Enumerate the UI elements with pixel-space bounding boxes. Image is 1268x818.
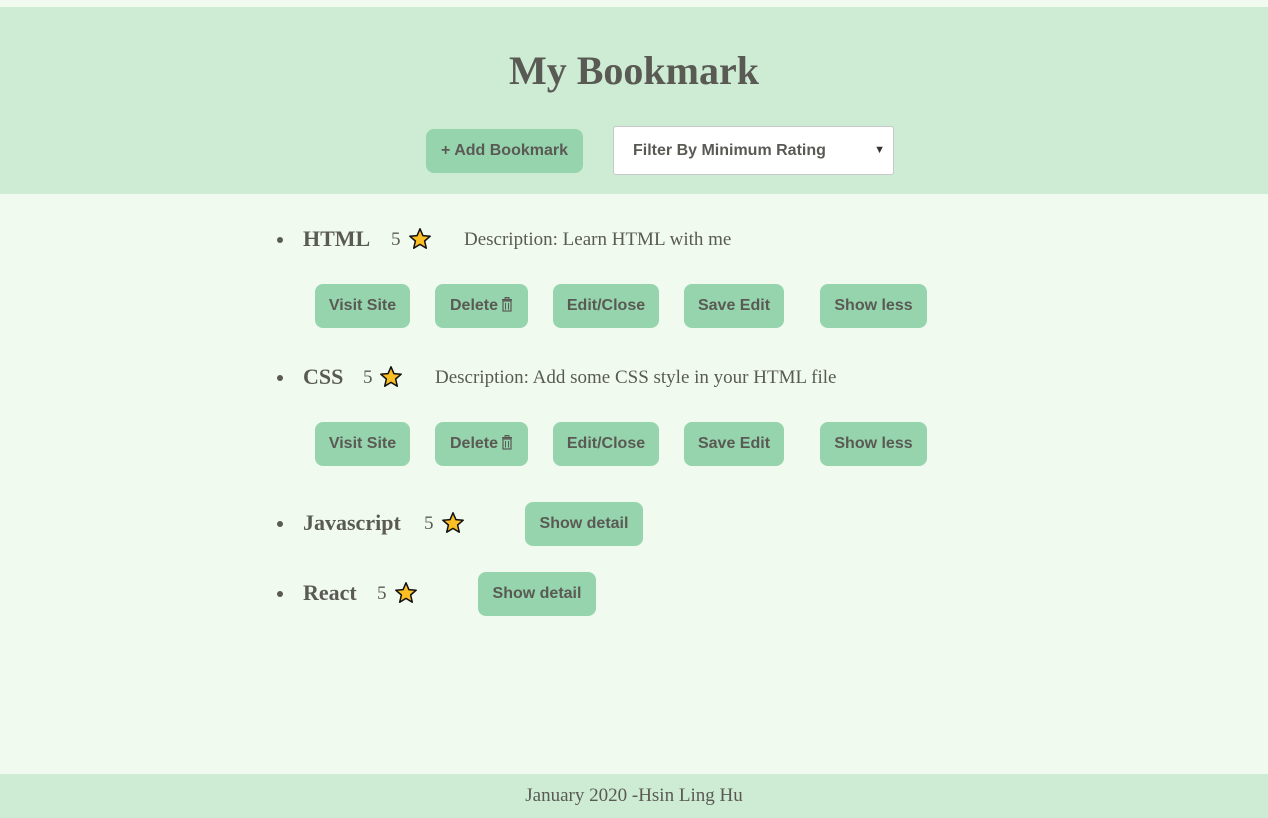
star-icon: [380, 366, 402, 387]
page-footer: January 2020 -Hsin Ling Hu: [0, 774, 1268, 818]
bookmark-title: React: [303, 580, 357, 605]
list-bullet: [277, 375, 283, 381]
bookmark-rating: 5: [424, 513, 434, 534]
delete-button-label: Delete: [449, 297, 499, 314]
footer-text: January 2020 -Hsin Ling Hu: [525, 785, 743, 806]
page-title: My Bookmark: [509, 48, 759, 93]
show-detail-button[interactable]: Show detail: [525, 502, 643, 546]
delete-button[interactable]: Delete: [435, 284, 528, 328]
list-bullet: [277, 237, 283, 243]
bookmark-title: CSS: [303, 364, 344, 389]
list-bullet: [277, 591, 283, 597]
filter-rating-select[interactable]: Filter By Minimum Rating ▼: [613, 126, 894, 175]
delete-button-label: Delete: [449, 435, 499, 452]
add-bookmark-button[interactable]: + Add Bookmark: [426, 129, 583, 173]
bookmark-title: Javascript: [303, 510, 401, 535]
visit-site-button[interactable]: Visit Site: [315, 422, 410, 466]
edit-close-button[interactable]: Edit/Close: [553, 284, 659, 328]
bookmark-rating: 5: [363, 367, 373, 388]
star-icon: [395, 582, 417, 603]
page-header: My Bookmark + Add Bookmark Filter By Min…: [0, 7, 1268, 194]
page: My Bookmark + Add Bookmark Filter By Min…: [0, 0, 1268, 818]
top-strip: [0, 0, 1268, 7]
list-bullet: [277, 521, 283, 527]
trash-icon: [502, 435, 513, 450]
edit-close-button[interactable]: Edit/Close: [553, 422, 659, 466]
bookmark-rating: 5: [391, 229, 401, 250]
star-icon: [442, 512, 464, 533]
visit-site-button[interactable]: Visit Site: [315, 284, 410, 328]
show-detail-button[interactable]: Show detail: [478, 572, 596, 616]
save-edit-button[interactable]: Save Edit: [684, 422, 784, 466]
save-edit-button[interactable]: Save Edit: [684, 284, 784, 328]
star-icon: [409, 228, 431, 249]
show-less-button[interactable]: Show less: [820, 422, 927, 466]
bookmark-description: Description: Add some CSS style in your …: [435, 367, 837, 388]
bookmark-title: HTML: [303, 226, 371, 251]
filter-rating-selected: Filter By Minimum Rating: [633, 142, 826, 159]
bookmark-description: Description: Learn HTML with me: [464, 229, 732, 250]
bookmark-rating: 5: [377, 583, 387, 604]
delete-button[interactable]: Delete: [435, 422, 528, 466]
show-less-button[interactable]: Show less: [820, 284, 927, 328]
chevron-down-icon: ▼: [874, 144, 885, 156]
trash-icon: [502, 297, 513, 312]
